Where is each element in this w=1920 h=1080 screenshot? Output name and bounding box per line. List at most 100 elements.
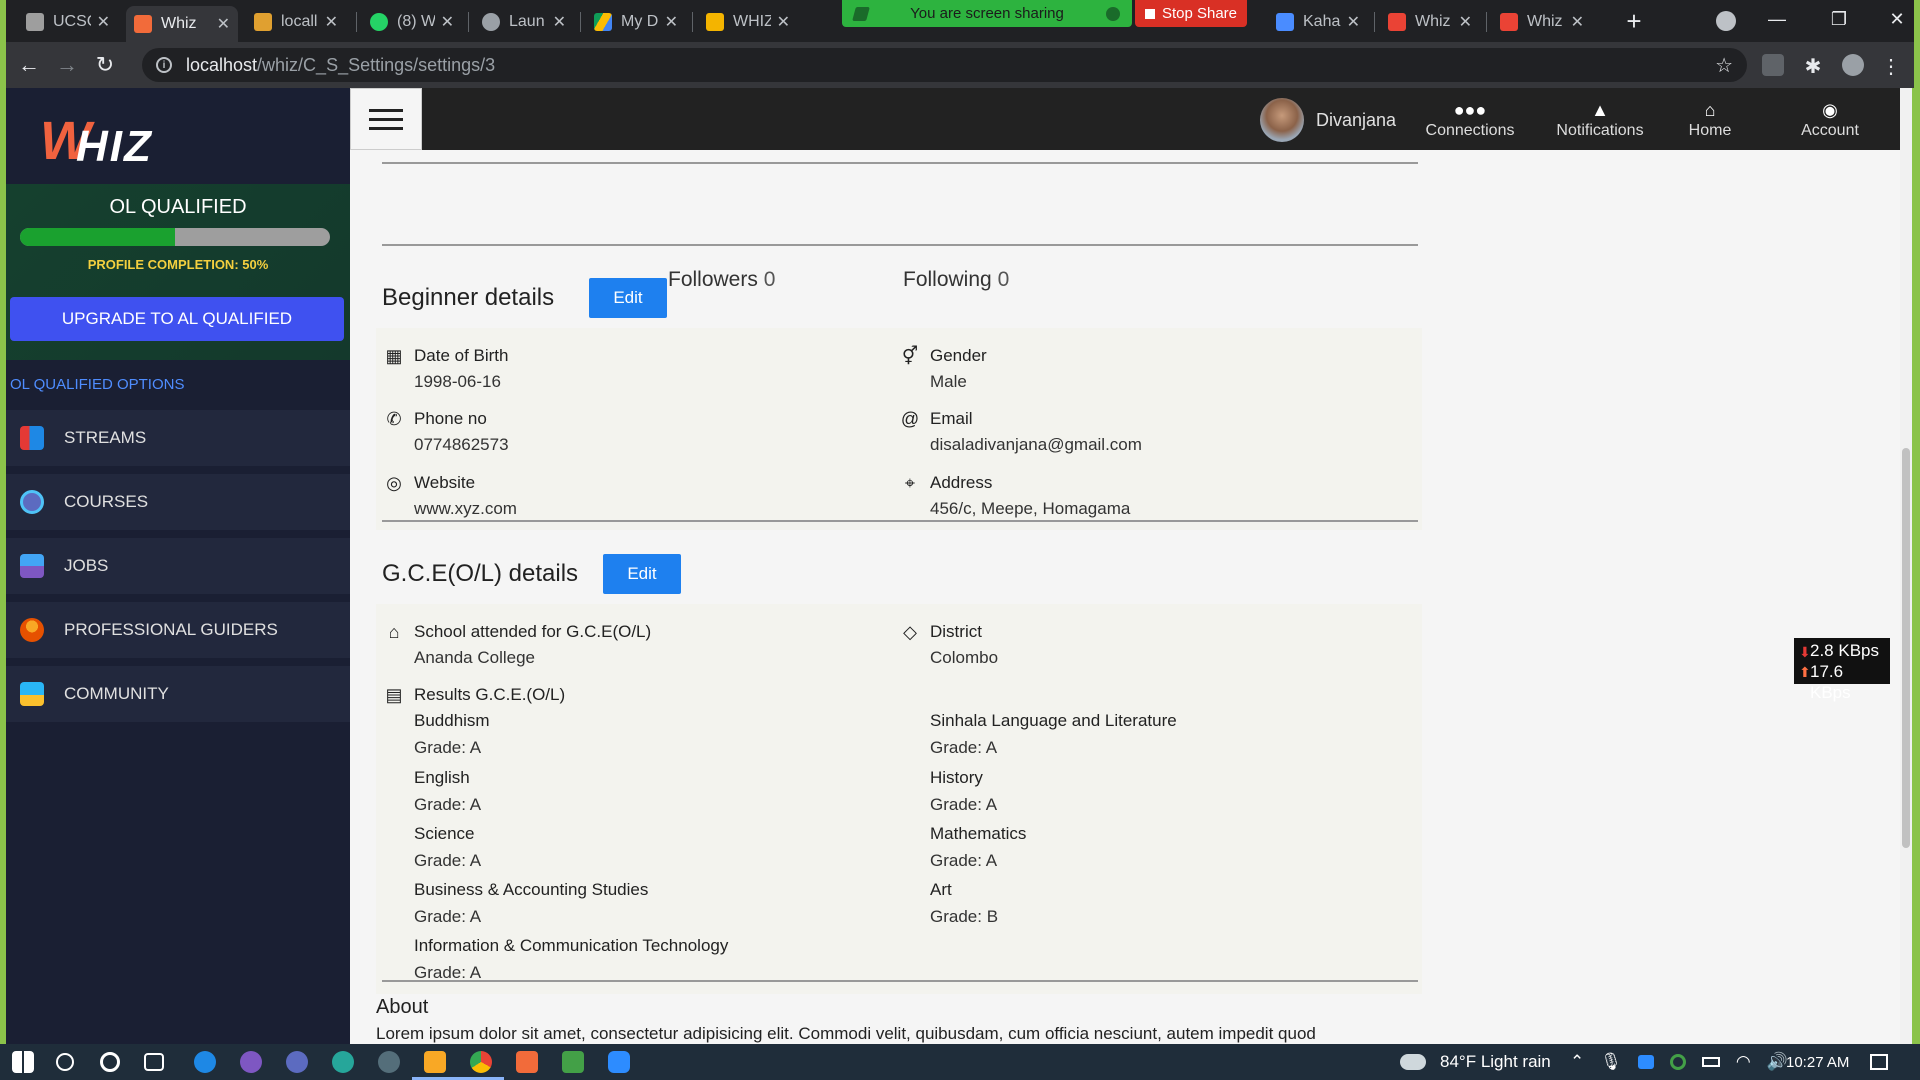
close-icon[interactable]: ✕ <box>97 12 110 32</box>
windows-taskbar: 84°F Light rain ⌃ 🎙 ◠ 🔊 10:27 AM <box>0 1044 1920 1080</box>
followers-stat[interactable]: Followers 0 <box>668 268 775 292</box>
browser-tab[interactable]: locall ✕ <box>246 7 346 36</box>
zoom-icon[interactable] <box>608 1051 630 1073</box>
account-icon: ◉ <box>1822 99 1838 120</box>
tab-search-icon[interactable] <box>1716 11 1736 31</box>
close-icon[interactable]: ✕ <box>553 12 566 32</box>
back-button[interactable]: ← <box>14 50 44 80</box>
close-icon[interactable]: ✕ <box>1571 12 1584 32</box>
browser-tab-active[interactable]: Whiz ✕ <box>126 6 238 42</box>
result-item: Mathematics Grade: A <box>930 824 1027 870</box>
edit-gce-button[interactable]: Edit <box>603 554 681 594</box>
home-icon: ⌂ <box>1704 99 1716 120</box>
restore-button[interactable]: ❐ <box>1824 4 1854 34</box>
whiz-logo[interactable]: W HIZ <box>40 108 180 171</box>
result-item: Science Grade: A <box>414 824 482 870</box>
search-icon[interactable] <box>56 1053 74 1071</box>
close-window-button[interactable]: ✕ <box>1882 4 1912 34</box>
close-icon[interactable]: ✕ <box>777 12 790 32</box>
direction-icon: ◇ <box>903 622 917 642</box>
beginner-details-title: Beginner details <box>382 284 555 311</box>
nav-account[interactable]: ◉ Account <box>1780 88 1880 150</box>
battery-icon[interactable] <box>1701 1057 1720 1067</box>
app-icon[interactable] <box>378 1051 400 1073</box>
close-icon[interactable]: ✕ <box>325 12 338 32</box>
recording-icon[interactable] <box>1669 1054 1686 1070</box>
profile-progress-bar <box>20 228 330 246</box>
nav-notifications[interactable]: ▲ Notifications <box>1540 88 1660 150</box>
stop-icon <box>1144 8 1155 19</box>
edit-beginner-button[interactable]: Edit <box>589 278 667 318</box>
progress-fill <box>20 228 175 246</box>
close-icon[interactable]: ✕ <box>441 12 454 32</box>
menu-kebab-icon[interactable]: ⋮ <box>1880 54 1902 78</box>
result-item: History Grade: A <box>930 768 998 814</box>
profile-avatar[interactable] <box>1842 54 1864 76</box>
browser-tab[interactable]: WHIZ ✕ <box>698 7 798 36</box>
zoom-tray-icon[interactable] <box>1637 1055 1654 1069</box>
bookmark-star-icon[interactable]: ☆ <box>1715 53 1733 78</box>
about-title: About <box>376 996 429 1018</box>
windows-start-icon[interactable] <box>12 1051 34 1073</box>
globe-icon: ◎ <box>386 473 402 493</box>
app-icon[interactable] <box>286 1051 308 1073</box>
microphone-icon[interactable]: 🎙 <box>1600 1052 1622 1072</box>
browser-tab[interactable]: Whiz ✕ <box>1492 7 1592 36</box>
qualification-title: OL QUALIFIED <box>109 196 247 218</box>
about-text: Lorem ipsum dolor sit amet, consectetur … <box>376 1024 1316 1043</box>
browser-tab[interactable]: (8) W ✕ <box>362 7 462 36</box>
close-icon[interactable]: ✕ <box>217 14 230 34</box>
file-explorer-icon[interactable] <box>424 1051 446 1073</box>
nav-connections[interactable]: ●●● Connections <box>1410 88 1530 150</box>
gce-details-title: G.C.E(O/L) details <box>382 560 579 587</box>
app-icon[interactable] <box>562 1051 584 1073</box>
browser-tab[interactable]: Whiz ✕ <box>1380 7 1480 36</box>
reload-button[interactable]: ↻ <box>90 50 120 80</box>
page-scrollbar[interactable] <box>1900 88 1912 1044</box>
volume-icon[interactable]: 🔊 <box>1767 1052 1788 1072</box>
extension-icon[interactable] <box>1762 54 1784 76</box>
scrollbar-thumb[interactable] <box>1902 448 1910 848</box>
following-stat[interactable]: Following 0 <box>903 268 1009 292</box>
gce-details-card: ⌂ School attended for G.C.E(O/L) Ananda Co… <box>376 604 1422 994</box>
minimize-button[interactable]: — <box>1762 4 1792 34</box>
upgrade-button[interactable]: UPGRADE TO AL QUALIFIED <box>10 297 344 341</box>
sidebar-item-courses[interactable]: COURSES <box>6 474 350 530</box>
result-item: Art Grade: B <box>930 880 999 926</box>
chevron-up-icon[interactable]: ⌃ <box>1570 1052 1584 1072</box>
close-icon[interactable]: ✕ <box>1347 12 1360 32</box>
app-icon[interactable] <box>516 1051 538 1073</box>
browser-tab[interactable]: Kaha ✕ <box>1268 7 1368 36</box>
stop-share-button[interactable]: Stop Share <box>1135 0 1247 27</box>
app-icon[interactable] <box>240 1051 262 1073</box>
address-bar[interactable]: i localhost/whiz/C_S_Settings/settings/3… <box>142 48 1747 82</box>
sidebar-item-streams[interactable]: STREAMS <box>6 410 350 466</box>
user-profile-link[interactable]: Divanjana <box>1260 98 1396 142</box>
wifi-icon[interactable]: ◠ <box>1736 1052 1751 1072</box>
close-icon[interactable]: ✕ <box>1459 12 1472 32</box>
browser-tab[interactable]: My D ✕ <box>586 7 686 36</box>
cortana-icon[interactable] <box>100 1052 120 1072</box>
site-info-icon[interactable]: i <box>156 57 172 73</box>
result-item: Information & Communication Technology Gr… <box>414 936 729 982</box>
notification-center-icon[interactable] <box>1870 1044 1888 1080</box>
result-item: Sinhala Language and Literature Grade: A <box>930 711 1177 757</box>
browser-tab[interactable]: Laun ✕ <box>474 7 574 36</box>
task-view-icon[interactable] <box>144 1053 164 1071</box>
app-icon[interactable] <box>332 1051 354 1073</box>
clock[interactable]: 10:27 AM <box>1786 1044 1849 1080</box>
sidebar-item-jobs[interactable]: JOBS <box>6 538 350 594</box>
sidebar-item-professional-guiders[interactable]: PROFESSIONAL GUIDERS <box>6 602 350 658</box>
browser-tab[interactable]: UCSC✕ <box>18 7 118 36</box>
edge-icon[interactable] <box>194 1051 216 1073</box>
new-tab-button[interactable]: + <box>1619 6 1649 36</box>
nav-home[interactable]: ⌂ Home <box>1660 88 1760 150</box>
forward-button[interactable]: → <box>52 50 82 80</box>
weather-widget[interactable]: 84°F Light rain <box>1400 1044 1551 1080</box>
clipboard-icon: ▤ <box>385 685 403 705</box>
puzzle-icon[interactable]: ✱ <box>1802 54 1824 78</box>
close-icon[interactable]: ✕ <box>665 12 678 32</box>
chrome-icon[interactable] <box>470 1051 492 1073</box>
hamburger-menu-button[interactable] <box>350 88 422 150</box>
sidebar-item-community[interactable]: COMMUNITY <box>6 666 350 722</box>
